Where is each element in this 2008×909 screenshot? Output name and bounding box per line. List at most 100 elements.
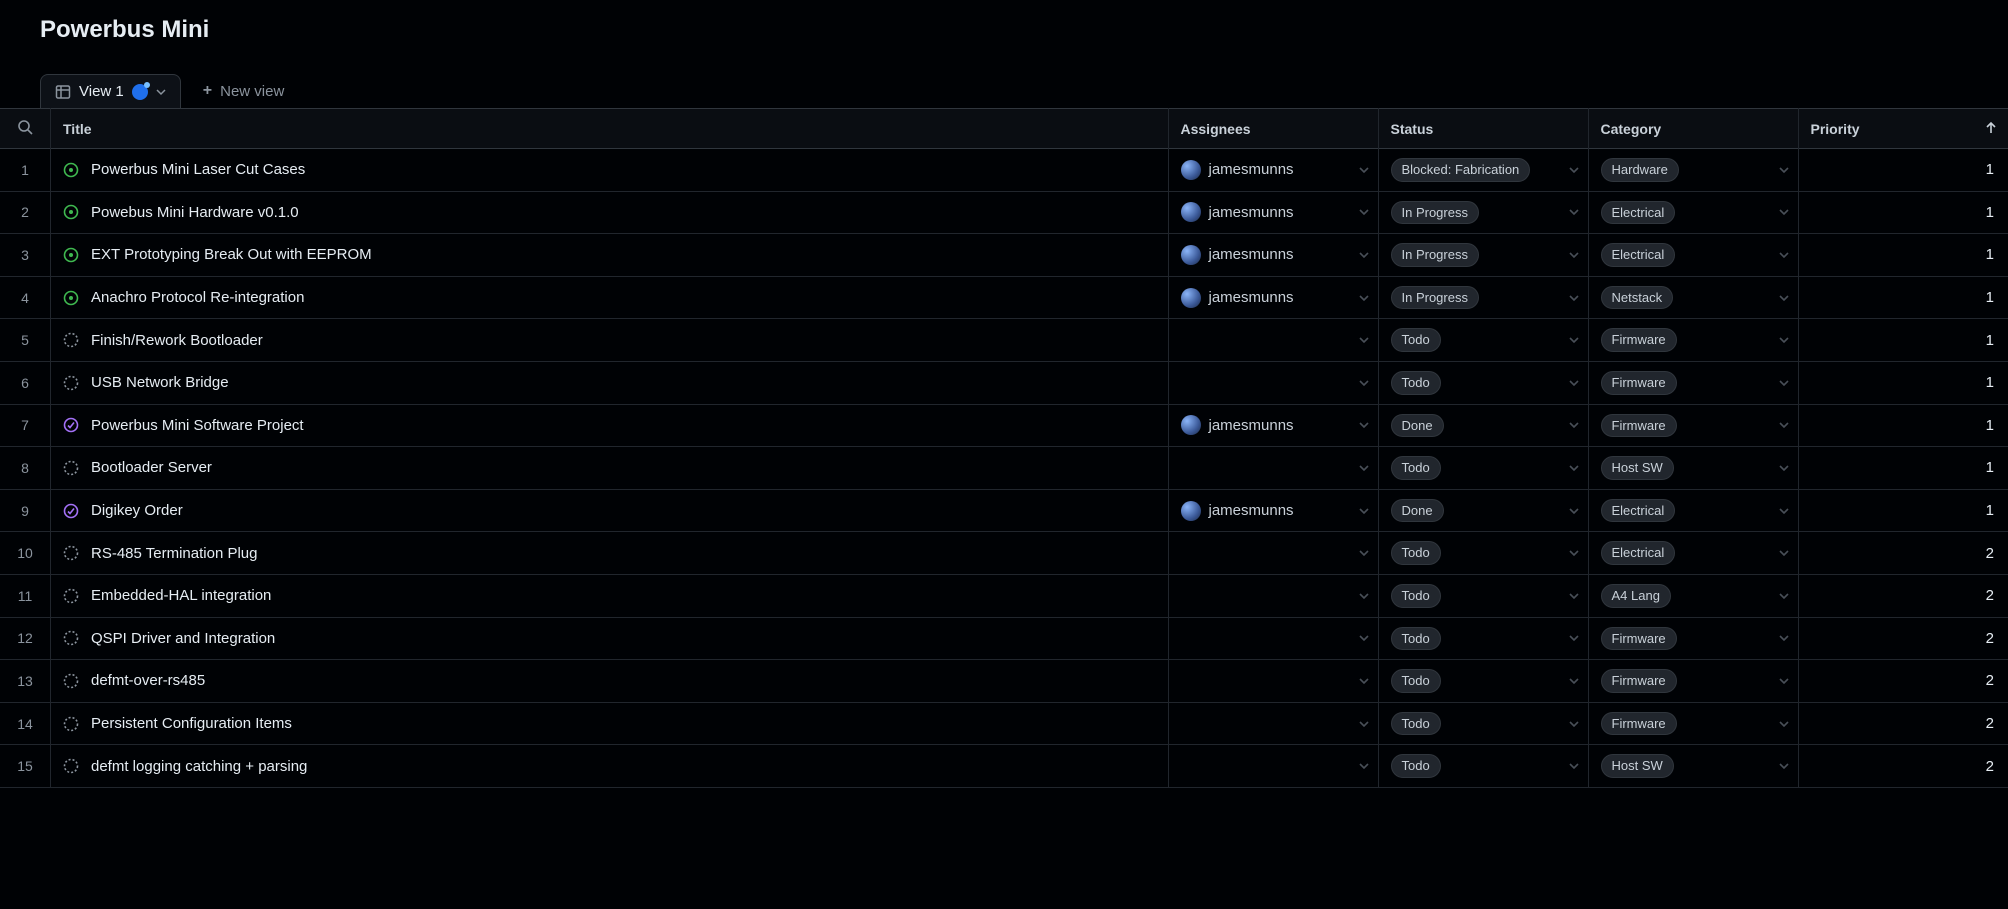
status-cell[interactable]: Todo: [1379, 447, 1588, 489]
status-cell[interactable]: In Progress: [1379, 234, 1588, 276]
table-row[interactable]: 14Persistent Configuration ItemsTodoFirm…: [0, 702, 2008, 745]
status-cell[interactable]: Todo: [1379, 575, 1588, 617]
chevron-down-icon[interactable]: [1358, 675, 1370, 687]
priority-cell[interactable]: 1: [1799, 364, 2008, 402]
title-cell[interactable]: Finish/Rework Bootloader: [51, 321, 1168, 359]
tab-menu-chevron-icon[interactable]: [156, 87, 166, 97]
chevron-down-icon[interactable]: [1778, 292, 1790, 304]
tab-view-1[interactable]: View 1: [40, 74, 181, 108]
assignees-cell[interactable]: jamesmunns: [1169, 193, 1378, 231]
category-cell[interactable]: Firmware: [1589, 703, 1798, 745]
table-row[interactable]: 8Bootloader ServerTodoHost SW1: [0, 447, 2008, 490]
category-cell[interactable]: Firmware: [1589, 660, 1798, 702]
chevron-down-icon[interactable]: [1358, 760, 1370, 772]
title-cell[interactable]: Powerbus Mini Laser Cut Cases: [51, 151, 1168, 189]
chevron-down-icon[interactable]: [1778, 675, 1790, 687]
chevron-down-icon[interactable]: [1358, 462, 1370, 474]
issue-title[interactable]: Anachro Protocol Re-integration: [91, 289, 304, 306]
category-cell[interactable]: Electrical: [1589, 532, 1798, 574]
category-cell[interactable]: Electrical: [1589, 234, 1798, 276]
category-cell[interactable]: Hardware: [1589, 149, 1798, 191]
title-cell[interactable]: Persistent Configuration Items: [51, 705, 1168, 743]
priority-cell[interactable]: 1: [1799, 193, 2008, 231]
issue-title[interactable]: Powerbus Mini Laser Cut Cases: [91, 161, 305, 178]
chevron-down-icon[interactable]: [1358, 206, 1370, 218]
chevron-down-icon[interactable]: [1778, 632, 1790, 644]
assignees-cell[interactable]: [1169, 619, 1378, 657]
priority-cell[interactable]: 1: [1799, 279, 2008, 317]
title-cell[interactable]: Digikey Order: [51, 492, 1168, 530]
priority-cell[interactable]: 2: [1799, 747, 2008, 785]
issue-title[interactable]: Powebus Mini Hardware v0.1.0: [91, 204, 299, 221]
table-row[interactable]: 7Powerbus Mini Software Projectjamesmunn…: [0, 404, 2008, 447]
issue-title[interactable]: RS-485 Termination Plug: [91, 545, 257, 562]
chevron-down-icon[interactable]: [1568, 334, 1580, 346]
chevron-down-icon[interactable]: [1778, 462, 1790, 474]
issue-title[interactable]: Powerbus Mini Software Project: [91, 417, 304, 434]
status-cell[interactable]: Done: [1379, 405, 1588, 447]
category-cell[interactable]: Firmware: [1589, 405, 1798, 447]
issue-title[interactable]: defmt logging catching + parsing: [91, 758, 307, 775]
title-cell[interactable]: QSPI Driver and Integration: [51, 619, 1168, 657]
issue-title[interactable]: Bootloader Server: [91, 459, 212, 476]
chevron-down-icon[interactable]: [1358, 249, 1370, 261]
issue-title[interactable]: Embedded-HAL integration: [91, 587, 271, 604]
table-row[interactable]: 5Finish/Rework BootloaderTodoFirmware1: [0, 319, 2008, 362]
assignees-cell[interactable]: jamesmunns: [1169, 492, 1378, 530]
assignees-cell[interactable]: jamesmunns: [1169, 236, 1378, 274]
assignees-cell[interactable]: jamesmunns: [1169, 151, 1378, 189]
table-row[interactable]: 3EXT Prototyping Break Out with EEPROMja…: [0, 234, 2008, 277]
chevron-down-icon[interactable]: [1358, 164, 1370, 176]
title-cell[interactable]: defmt-over-rs485: [51, 662, 1168, 700]
chevron-down-icon[interactable]: [1568, 590, 1580, 602]
column-header-category[interactable]: Category: [1588, 109, 1798, 149]
chevron-down-icon[interactable]: [1778, 249, 1790, 261]
table-row[interactable]: 12QSPI Driver and IntegrationTodoFirmwar…: [0, 617, 2008, 660]
chevron-down-icon[interactable]: [1358, 292, 1370, 304]
chevron-down-icon[interactable]: [1778, 718, 1790, 730]
assignees-cell[interactable]: [1169, 534, 1378, 572]
chevron-down-icon[interactable]: [1358, 547, 1370, 559]
priority-cell[interactable]: 2: [1799, 619, 2008, 657]
assignees-cell[interactable]: [1169, 662, 1378, 700]
priority-cell[interactable]: 1: [1799, 492, 2008, 530]
category-cell[interactable]: A4 Lang: [1589, 575, 1798, 617]
table-row[interactable]: 13defmt-over-rs485TodoFirmware2: [0, 660, 2008, 703]
table-row[interactable]: 15defmt logging catching + parsingTodoHo…: [0, 745, 2008, 788]
title-cell[interactable]: Anachro Protocol Re-integration: [51, 279, 1168, 317]
category-cell[interactable]: Electrical: [1589, 192, 1798, 234]
priority-cell[interactable]: 1: [1799, 406, 2008, 444]
chevron-down-icon[interactable]: [1568, 718, 1580, 730]
chevron-down-icon[interactable]: [1358, 334, 1370, 346]
table-row[interactable]: 9Digikey OrderjamesmunnsDoneElectrical1: [0, 489, 2008, 532]
chevron-down-icon[interactable]: [1358, 505, 1370, 517]
assignees-cell[interactable]: [1169, 364, 1378, 402]
status-cell[interactable]: Blocked: Fabrication: [1379, 149, 1588, 191]
priority-cell[interactable]: 2: [1799, 534, 2008, 572]
category-cell[interactable]: Firmware: [1589, 362, 1798, 404]
status-cell[interactable]: Todo: [1379, 703, 1588, 745]
table-row[interactable]: 2Powebus Mini Hardware v0.1.0jamesmunnsI…: [0, 191, 2008, 234]
chevron-down-icon[interactable]: [1778, 419, 1790, 431]
title-cell[interactable]: Powebus Mini Hardware v0.1.0: [51, 193, 1168, 231]
issue-title[interactable]: EXT Prototyping Break Out with EEPROM: [91, 246, 372, 263]
status-cell[interactable]: In Progress: [1379, 277, 1588, 319]
issue-title[interactable]: Persistent Configuration Items: [91, 715, 292, 732]
issue-title[interactable]: Digikey Order: [91, 502, 183, 519]
priority-cell[interactable]: 1: [1799, 449, 2008, 487]
priority-cell[interactable]: 1: [1799, 151, 2008, 189]
category-cell[interactable]: Host SW: [1589, 745, 1798, 787]
category-cell[interactable]: Firmware: [1589, 618, 1798, 660]
assignees-cell[interactable]: [1169, 577, 1378, 615]
table-row[interactable]: 6USB Network BridgeTodoFirmware1: [0, 361, 2008, 404]
search-header[interactable]: [0, 109, 51, 149]
chevron-down-icon[interactable]: [1568, 249, 1580, 261]
priority-cell[interactable]: 1: [1799, 236, 2008, 274]
table-row[interactable]: 4Anachro Protocol Re-integrationjamesmun…: [0, 276, 2008, 319]
status-cell[interactable]: Todo: [1379, 745, 1588, 787]
issue-title[interactable]: defmt-over-rs485: [91, 672, 205, 689]
title-cell[interactable]: USB Network Bridge: [51, 364, 1168, 402]
chevron-down-icon[interactable]: [1568, 547, 1580, 559]
table-row[interactable]: 10RS-485 Termination PlugTodoElectrical2: [0, 532, 2008, 575]
chevron-down-icon[interactable]: [1358, 590, 1370, 602]
